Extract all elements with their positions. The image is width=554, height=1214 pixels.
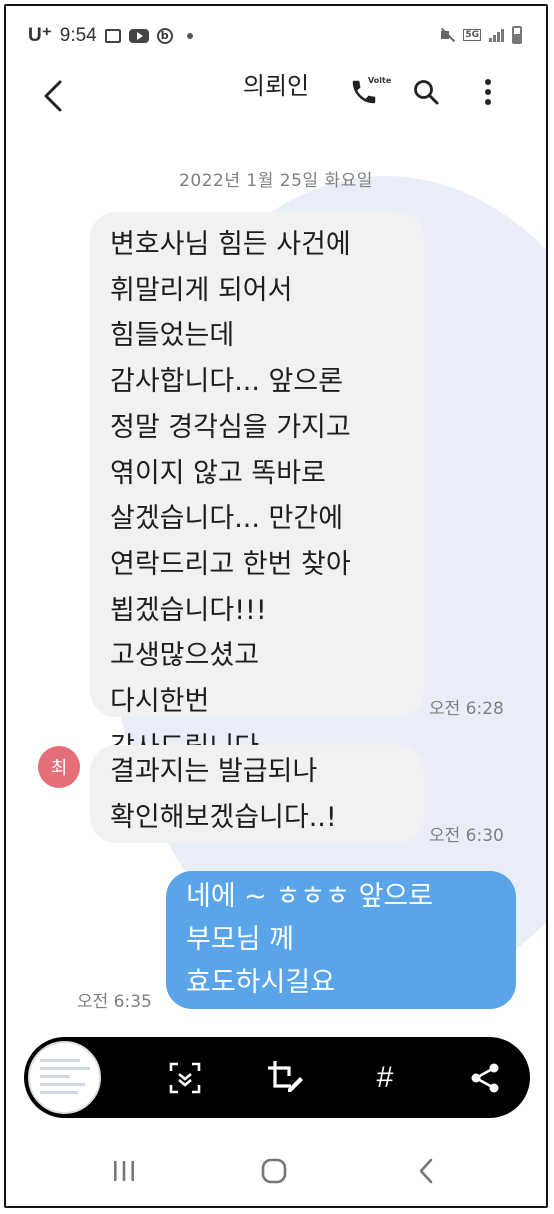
- carrier-label: U⁺: [28, 25, 52, 46]
- search-button[interactable]: [408, 74, 444, 110]
- screenshot-thumbnail[interactable]: [28, 1041, 101, 1114]
- recent-apps-icon: [114, 1161, 134, 1181]
- header-actions: Volte: [346, 74, 506, 110]
- back-icon: [419, 1158, 433, 1184]
- call-button[interactable]: Volte: [346, 74, 391, 110]
- message-timestamp: 오전 6:35: [77, 992, 152, 1012]
- mute-icon: [439, 27, 455, 43]
- share-icon: [471, 1063, 499, 1093]
- message-bubble-incoming[interactable]: 결과지는 발급되나 확인해보겠습니다..!: [90, 745, 424, 843]
- hashtag-icon: #: [376, 1061, 394, 1094]
- more-options-button[interactable]: [470, 74, 506, 110]
- hashtag-button[interactable]: #: [364, 1057, 406, 1099]
- home-button[interactable]: [254, 1154, 294, 1188]
- avatar[interactable]: 최: [38, 746, 80, 788]
- status-right: 5G: [439, 26, 522, 44]
- youtube-notification-icon: [128, 28, 149, 43]
- screenshot-toolbar: #: [24, 1037, 530, 1118]
- home-icon: [261, 1158, 287, 1184]
- date-separator: 2022년 1월 25일 화요일: [179, 171, 373, 191]
- volte-badge: Volte: [368, 76, 392, 85]
- signal-icon: [489, 28, 504, 42]
- chat-header: 의뢰인 Volte: [6, 64, 546, 128]
- status-left: U⁺ 9:54 b: [28, 24, 193, 47]
- recent-apps-button[interactable]: [104, 1154, 144, 1188]
- system-navigation-bar: [6, 1136, 546, 1206]
- crop-edit-button[interactable]: [264, 1057, 306, 1099]
- share-button[interactable]: [464, 1057, 506, 1099]
- status-time: 9:54: [59, 24, 97, 46]
- phone-screen: U⁺ 9:54 b 5G 의뢰인 Volte 2022년 1월 25일 화요일 …: [4, 4, 548, 1208]
- system-back-button[interactable]: [406, 1154, 446, 1188]
- network-type-label: 5G: [463, 29, 481, 41]
- battery-icon: [512, 26, 522, 44]
- gallery-notification-icon: [104, 28, 121, 43]
- message-bubble-incoming[interactable]: 변호사님 힘든 사건에 휘말리게 되어서 힘들었는데 감사합니다... 앞으론 …: [90, 212, 424, 763]
- avatar-initial: 최: [50, 758, 68, 779]
- crop-edit-icon: [268, 1061, 303, 1092]
- more-notifications-dot-icon: [186, 32, 193, 39]
- message-timestamp: 오전 6:30: [429, 826, 504, 846]
- scroll-capture-icon: [169, 1062, 201, 1094]
- search-icon: [414, 80, 439, 105]
- more-vertical-icon: [485, 79, 491, 105]
- band-notification-icon: b: [156, 27, 173, 44]
- message-timestamp: 오전 6:28: [429, 699, 504, 719]
- message-bubble-outgoing[interactable]: 네에 ~ ㅎㅎㅎ 앞으로 부모님 께 효도하시길요: [166, 871, 516, 1009]
- status-bar: U⁺ 9:54 b 5G: [6, 6, 546, 64]
- scroll-capture-button[interactable]: [164, 1057, 206, 1099]
